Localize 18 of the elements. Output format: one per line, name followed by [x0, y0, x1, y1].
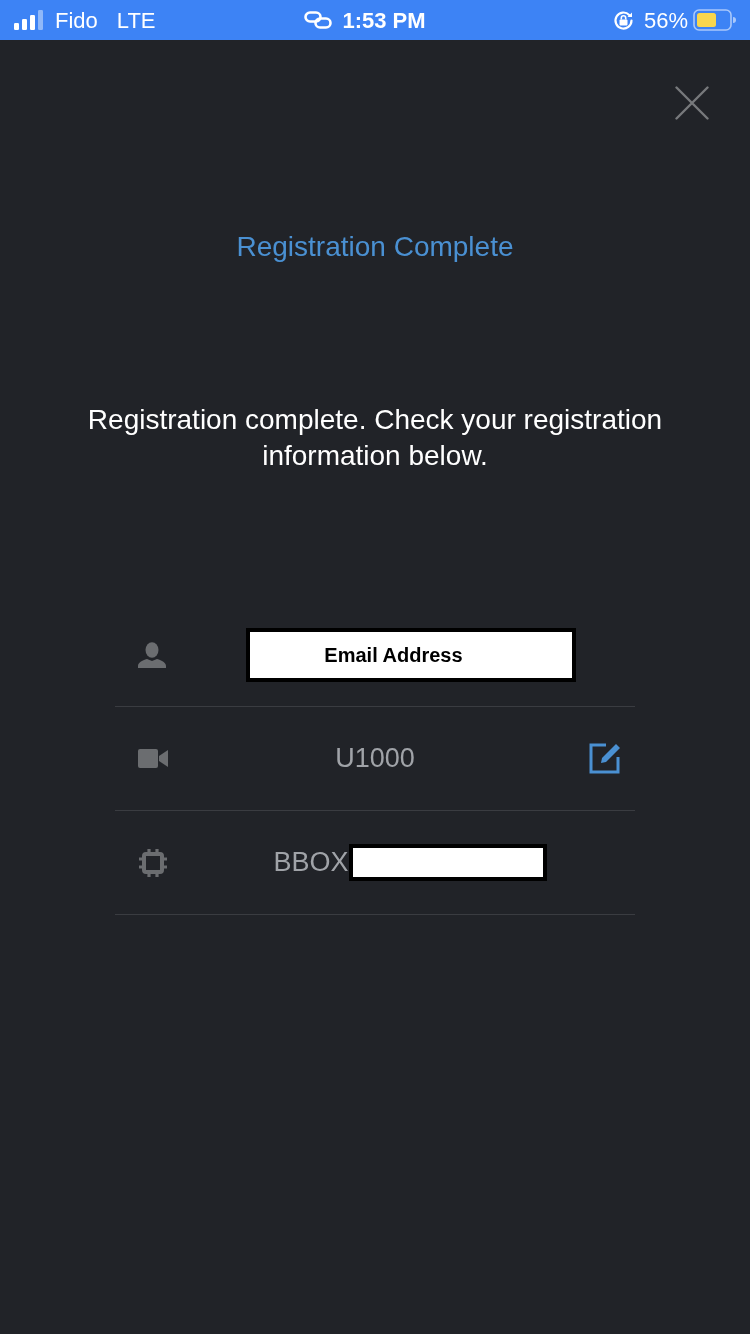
battery-percentage: 56%: [643, 6, 688, 35]
edit-icon[interactable]: [589, 743, 622, 774]
user-icon: [138, 641, 166, 668]
signal-icon: [14, 10, 46, 30]
video-camera-icon: [138, 749, 168, 768]
clock-time: 1:53 PM: [342, 6, 426, 35]
battery-icon: [693, 9, 736, 31]
dialog-title: Registration Complete: [235, 230, 515, 264]
dialog-message: Registration complete. Check your registration information below.: [86, 403, 664, 473]
email-address-label: Email Address: [245, 627, 576, 682]
chip-icon: [138, 847, 168, 878]
rotation-lock-icon: [612, 9, 634, 31]
device-id-text: BBOX: [273, 846, 349, 880]
device-name-text: U1000: [335, 742, 415, 776]
close-icon[interactable]: [675, 86, 709, 120]
link-icon: [304, 11, 333, 29]
network-type: LTE: [116, 6, 156, 35]
carrier-name: Fido: [55, 6, 98, 35]
